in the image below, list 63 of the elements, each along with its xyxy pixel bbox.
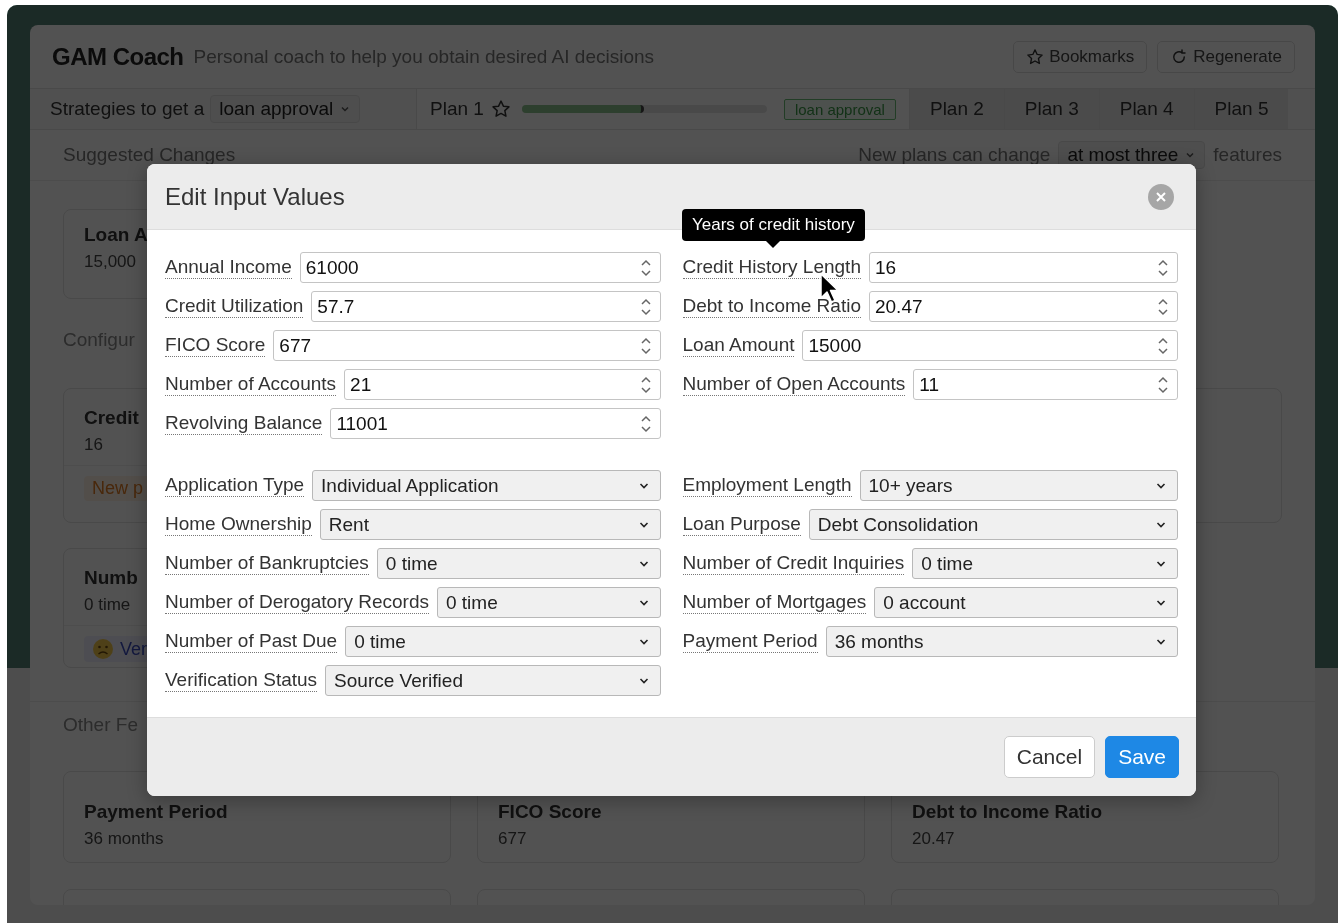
number-field[interactable]: 11001 <box>330 408 661 439</box>
number-field[interactable]: 16 <box>868 252 1178 283</box>
card-value: 15,000 <box>84 252 136 272</box>
field-label: Payment Period <box>682 630 818 653</box>
field-label: Annual Income <box>165 256 292 279</box>
field-label: FICO Score <box>165 334 266 357</box>
card-title: Debt to Income Ratio <box>912 801 1102 823</box>
select-field[interactable]: 10+ years <box>859 470 1178 501</box>
sad-face-icon <box>92 638 114 660</box>
refresh-icon <box>1170 47 1189 66</box>
card-title: Numb <box>83 566 139 589</box>
field-label: Loan Amount <box>682 334 795 357</box>
select-field[interactable]: Rent <box>319 509 661 540</box>
field-label: Number of Credit Inquiries <box>682 552 905 575</box>
tooltip-pointer-icon <box>766 241 781 248</box>
select-field[interactable]: 0 time <box>376 548 661 579</box>
field-label: Number of Accounts <box>165 373 337 396</box>
field-label: Number of Derogatory Records <box>165 591 429 614</box>
decision-badge: loan approval <box>783 98 896 120</box>
strategy-label: Strategies to get a <box>50 98 205 120</box>
select-field[interactable]: 0 time <box>912 548 1178 579</box>
field-label: Credit Utilization <box>165 295 304 318</box>
number-field[interactable]: 677 <box>273 330 661 361</box>
field-label: Revolving Balance <box>165 412 323 435</box>
field-label: Verification Status <box>165 669 318 692</box>
save-button[interactable]: Save <box>1105 736 1179 778</box>
select-field[interactable]: 0 account <box>874 587 1178 618</box>
card-title: Payment Period <box>84 801 228 823</box>
card-value: 677 <box>498 829 527 849</box>
select-field[interactable]: Source Verified <box>325 665 661 696</box>
field-label: Employment Length <box>682 474 852 497</box>
dialog-title: Edit Input Values <box>165 182 345 211</box>
number-field[interactable]: 57.7 <box>311 291 661 322</box>
number-field[interactable]: 21 <box>344 369 661 400</box>
star-icon <box>1026 47 1045 66</box>
card-title: Loan A <box>84 224 148 246</box>
app-logo: GAM Coach <box>52 42 184 71</box>
card-title: Credit <box>83 406 140 429</box>
field-label: Number of Mortgages <box>682 591 867 614</box>
star-icon[interactable] <box>490 99 511 119</box>
card-value: 36 months <box>84 829 164 849</box>
field-label: Home Ownership <box>165 513 312 536</box>
close-icon <box>1155 190 1167 203</box>
select-field[interactable]: 0 time <box>345 626 661 657</box>
card-value: 0 time <box>83 595 132 616</box>
field-label: Number of Past Due <box>165 630 338 653</box>
select-field[interactable]: Individual Application <box>312 470 661 501</box>
number-field[interactable]: 20.47 <box>869 291 1178 322</box>
tooltip: Years of credit history <box>682 209 865 248</box>
card-value: 16 <box>83 435 104 456</box>
cancel-button[interactable]: Cancel <box>1003 736 1096 778</box>
select-field[interactable]: 36 months <box>825 626 1178 657</box>
select-field[interactable]: Debt Consolidation <box>808 509 1178 540</box>
select-field[interactable]: 0 time <box>437 587 661 618</box>
field-label: Application Type <box>165 474 305 497</box>
number-field[interactable]: 15000 <box>802 330 1178 361</box>
number-field[interactable]: 11 <box>913 369 1178 400</box>
field-label: Loan Purpose <box>682 513 801 536</box>
field-label: Number of Open Accounts <box>682 373 906 396</box>
card-value: 20.47 <box>912 829 955 849</box>
field-label: Number of Bankruptcies <box>165 552 369 575</box>
card-title: FICO Score <box>498 801 602 823</box>
number-field[interactable]: 61000 <box>299 252 661 283</box>
